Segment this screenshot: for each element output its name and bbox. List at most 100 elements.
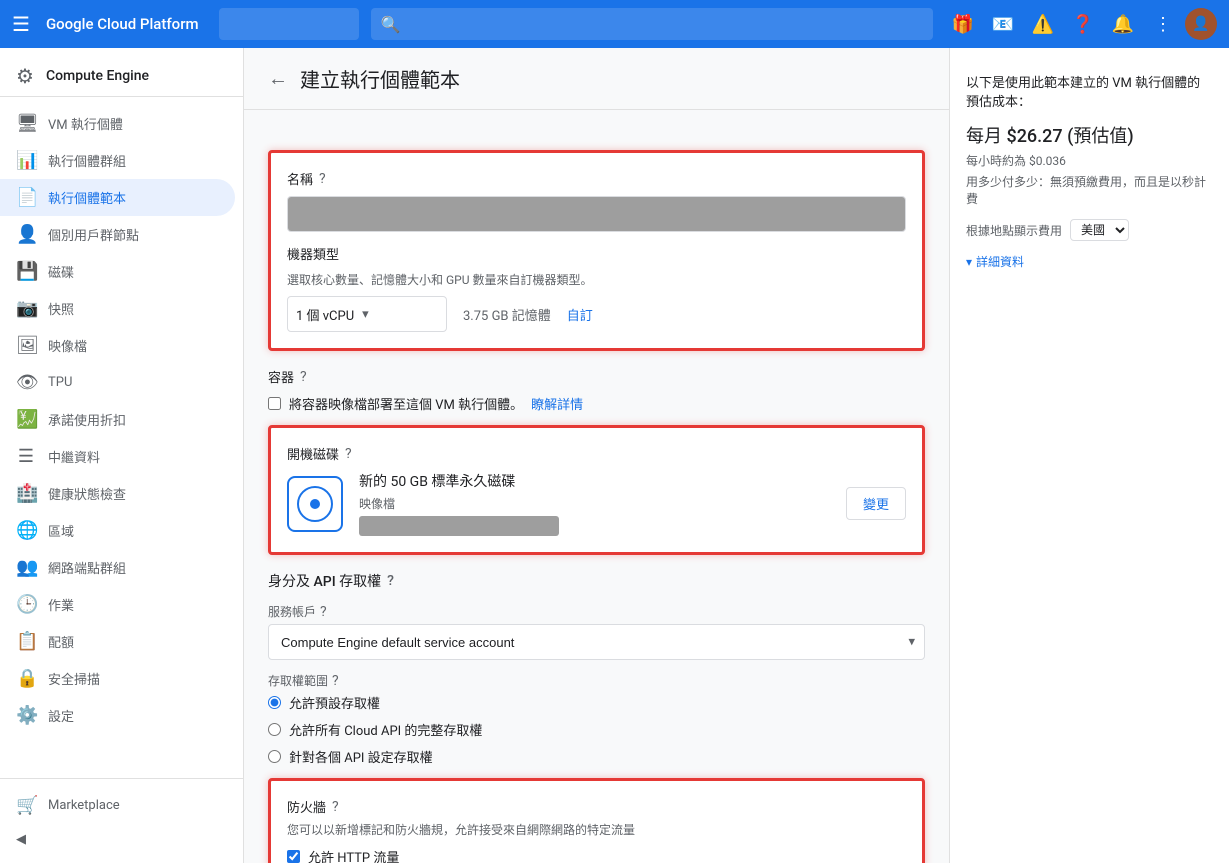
firewall-http-item[interactable]: 允許 HTTP 流量 <box>287 847 906 863</box>
template-icon: 📄 <box>16 187 36 208</box>
main-layout: ⚙ Compute Engine 🖥 VM 執行個體 📊 執行個體群組 📄 執行… <box>0 48 1229 863</box>
boot-disk-help-icon[interactable]: ? <box>345 446 352 462</box>
container-check-row: 將容器映像檔部署至這個 VM 執行個體。 瞭解詳情 <box>268 394 925 413</box>
notification-icon[interactable]: 🔔 <box>1105 6 1141 42</box>
search-wrapper: 🔍 <box>371 8 933 40</box>
menu-icon[interactable]: ☰ <box>12 12 30 36</box>
firewall-http-checkbox[interactable] <box>287 850 300 863</box>
identity-label: 身分及 API 存取權 ? <box>268 571 925 591</box>
sidebar-item-groups[interactable]: 📊 執行個體群組 <box>0 142 235 179</box>
gift-icon[interactable]: 🎁 <box>945 6 981 42</box>
sidebar-item-job[interactable]: 🕒 作業 <box>0 586 235 623</box>
firewall-label: 防火牆 ? <box>287 797 906 816</box>
alert-icon[interactable]: ⚠️ <box>1025 6 1061 42</box>
name-label: 名稱 ? <box>287 169 906 188</box>
sidebar-item-discount[interactable]: 💹 承諾使用折扣 <box>0 401 235 438</box>
region-select[interactable]: 美國 <box>1070 219 1129 241</box>
sidebar-item-network[interactable]: 👥 網路端點群組 <box>0 549 235 586</box>
radio-custom[interactable]: 針對各個 API 設定存取權 <box>268 747 925 766</box>
sidebar-item-network-label: 網路端點群組 <box>48 558 126 577</box>
container-checkbox[interactable] <box>268 397 281 410</box>
sidebar-item-marketplace[interactable]: 🛒 Marketplace <box>0 787 235 824</box>
identity-help-icon[interactable]: ? <box>387 573 394 589</box>
tpu-icon: 👁 <box>16 372 36 393</box>
disk-image-label: 映像檔 <box>359 495 830 512</box>
sidebar-item-quota[interactable]: 📋 配額 <box>0 623 235 660</box>
sidebar-item-security[interactable]: 🔒 安全掃描 <box>0 660 235 697</box>
disk-nav-icon: 💾 <box>16 261 36 282</box>
email-icon[interactable]: 📧 <box>985 6 1021 42</box>
radio-default[interactable]: 允許預設存取權 <box>268 693 925 712</box>
sidebar-item-vm[interactable]: 🖥 VM 執行個體 <box>0 105 235 142</box>
sidebar-item-security-label: 安全掃描 <box>48 669 100 688</box>
sidebar-item-settings-label: 設定 <box>48 706 74 725</box>
machine-type-row: 1 個 vCPU ▾ 3.75 GB 記憶體 自訂 <box>287 296 906 332</box>
pricing-amount: 每月 $26.27 (預估值) <box>966 122 1213 148</box>
help-icon[interactable]: ❓ <box>1065 6 1101 42</box>
sidebar-item-zone[interactable]: 🌐 區域 <box>0 512 235 549</box>
form-content: 名稱 ? 機器類型 選取核心數量、記憶體大小和 GPU 數量來自訂機器類型。 <box>244 110 949 863</box>
container-label: 容器 ? <box>268 367 925 386</box>
disk-name: 新的 50 GB 標準永久磁碟 <box>359 471 830 491</box>
disk-image-bar <box>359 516 559 536</box>
machine-memory: 3.75 GB 記憶體 <box>463 305 551 324</box>
custom-link[interactable]: 自訂 <box>567 305 593 324</box>
health-icon: 🏥 <box>16 483 36 504</box>
sidebar-item-relay[interactable]: ☰ 中繼資料 <box>0 438 235 475</box>
access-scope-help-icon[interactable]: ? <box>332 673 339 689</box>
disk-info: 新的 50 GB 標準永久磁碟 映像檔 <box>359 471 830 536</box>
sidebar-item-relay-label: 中繼資料 <box>48 447 100 466</box>
name-help-icon[interactable]: ? <box>319 171 326 187</box>
groups-icon: 📊 <box>16 150 36 171</box>
sidebar-item-template[interactable]: 📄 執行個體範本 <box>0 179 235 216</box>
sidebar-item-settings[interactable]: ⚙️ 設定 <box>0 697 235 734</box>
project-selector[interactable] <box>219 8 359 40</box>
radio-default-input[interactable] <box>268 696 281 709</box>
service-account-label: 服務帳戶 ? <box>268 603 925 620</box>
boot-disk-inner: 新的 50 GB 標準永久磁碟 映像檔 變更 <box>287 471 906 536</box>
avatar[interactable]: 👤 <box>1185 8 1217 40</box>
collapse-sidebar-button[interactable]: ◀ <box>0 824 243 855</box>
sidebar-item-health[interactable]: 🏥 健康狀態檢查 <box>0 475 235 512</box>
app-logo: Google Cloud Platform <box>46 15 199 33</box>
sidebar-item-tpu[interactable]: 👁 TPU <box>0 364 235 401</box>
vcpu-select[interactable]: 1 個 vCPU ▾ <box>287 296 447 332</box>
radio-all-input[interactable] <box>268 723 281 736</box>
change-disk-button[interactable]: 變更 <box>846 487 906 520</box>
firewall-desc: 您可以以新增標記和防火牆規，允許接受來自網際網路的特定流量 <box>287 822 906 839</box>
network-icon: 👥 <box>16 557 36 578</box>
container-learn-link[interactable]: 瞭解詳情 <box>531 394 583 413</box>
back-button[interactable]: ← <box>268 66 288 91</box>
access-scope-label: 存取權範圍 ? <box>268 672 925 689</box>
service-account-select-wrapper: Compute Engine default service account ▾ <box>268 624 925 660</box>
service-account-help-icon[interactable]: ? <box>320 604 327 620</box>
sidebar-item-users[interactable]: 👤 個別用戶群節點 <box>0 216 235 253</box>
sidebar-title: Compute Engine <box>46 68 149 84</box>
radio-all[interactable]: 允許所有 Cloud API 的完整存取權 <box>268 720 925 739</box>
sidebar-item-snapshot[interactable]: 📷 快照 <box>0 290 235 327</box>
firewall-help-icon[interactable]: ? <box>332 799 339 815</box>
discount-icon: 💹 <box>16 409 36 430</box>
access-scope-row: 存取權範圍 ? 允許預設存取權 允許所有 Cloud API 的完整存取權 <box>268 672 925 766</box>
sidebar-item-job-label: 作業 <box>48 595 74 614</box>
main-form: ← 建立執行個體範本 名稱 ? <box>244 48 949 863</box>
sidebar-item-disk[interactable]: 💾 磁碟 <box>0 253 235 290</box>
search-input[interactable] <box>371 8 933 40</box>
sidebar-item-groups-label: 執行個體群組 <box>48 151 126 170</box>
sidebar-item-disk-label: 磁碟 <box>48 262 74 281</box>
service-account-select[interactable]: Compute Engine default service account <box>268 624 925 660</box>
more-icon[interactable]: ⋮ <box>1145 6 1181 42</box>
sidebar-item-image[interactable]: 🖼 映像檔 <box>0 327 235 364</box>
name-machine-section: 名稱 ? 機器類型 選取核心數量、記憶體大小和 GPU 數量來自訂機器類型。 <box>268 150 925 351</box>
sidebar-item-health-label: 健康狀態檢查 <box>48 484 126 503</box>
pricing-hourly: 每小時約為 $0.036 <box>966 152 1213 169</box>
pricing-title: 以下是使用此範本建立的 VM 執行個體的預估成本： <box>966 72 1213 110</box>
details-link[interactable]: ▾ 詳細資料 <box>966 253 1213 270</box>
sidebar-header: ⚙ Compute Engine <box>0 48 243 97</box>
radio-custom-input[interactable] <box>268 750 281 763</box>
container-help-icon[interactable]: ? <box>300 369 307 385</box>
service-account-row: 服務帳戶 ? Compute Engine default service ac… <box>268 603 925 660</box>
disk-inner-circle <box>297 486 333 522</box>
sidebar-item-image-label: 映像檔 <box>48 336 87 355</box>
two-col-content: ← 建立執行個體範本 名稱 ? <box>244 48 1229 863</box>
